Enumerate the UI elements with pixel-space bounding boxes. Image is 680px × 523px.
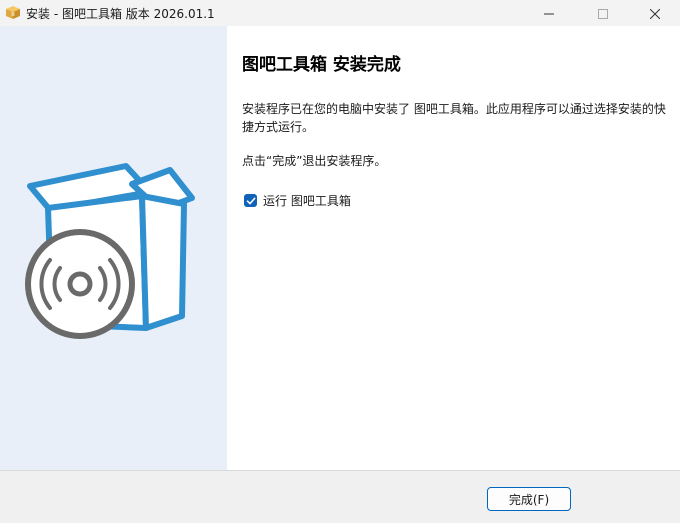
maximize-icon bbox=[598, 4, 608, 23]
maximize-button[interactable] bbox=[580, 0, 626, 26]
run-app-checkbox[interactable] bbox=[244, 194, 257, 207]
run-app-label[interactable]: 运行 图吧工具箱 bbox=[263, 192, 351, 209]
close-button[interactable] bbox=[632, 0, 678, 26]
close-icon bbox=[649, 4, 661, 23]
exit-instruction: 点击“完成”退出安装程序。 bbox=[242, 154, 387, 168]
page-title: 图吧工具箱 安装完成 bbox=[242, 55, 401, 75]
installer-window: 安装 - 图吧工具箱 版本 2026.01.1 图吧工具箱 安装完成 安装程序已… bbox=[0, 0, 680, 523]
completion-message: 安装程序已在您的电脑中安装了 图吧工具箱。此应用程序可以通过选择安装的快捷方式运… bbox=[242, 102, 666, 134]
finish-button[interactable]: 完成(F) bbox=[487, 487, 571, 511]
package-box-icon bbox=[5, 4, 21, 20]
wizard-banner bbox=[0, 26, 227, 470]
checkmark-icon bbox=[246, 197, 255, 204]
run-app-checkbox-row[interactable]: 运行 图吧工具箱 bbox=[244, 192, 351, 209]
content-panel: 图吧工具箱 安装完成 安装程序已在您的电脑中安装了 图吧工具箱。此应用程序可以通… bbox=[227, 26, 680, 470]
window-title: 安装 - 图吧工具箱 版本 2026.01.1 bbox=[26, 7, 215, 21]
software-box-with-disc-icon bbox=[25, 163, 195, 339]
minimize-icon bbox=[544, 4, 554, 23]
minimize-button[interactable] bbox=[526, 0, 572, 26]
title-bar: 安装 - 图吧工具箱 版本 2026.01.1 bbox=[0, 0, 680, 26]
footer-bar: 完成(F) bbox=[0, 471, 680, 523]
